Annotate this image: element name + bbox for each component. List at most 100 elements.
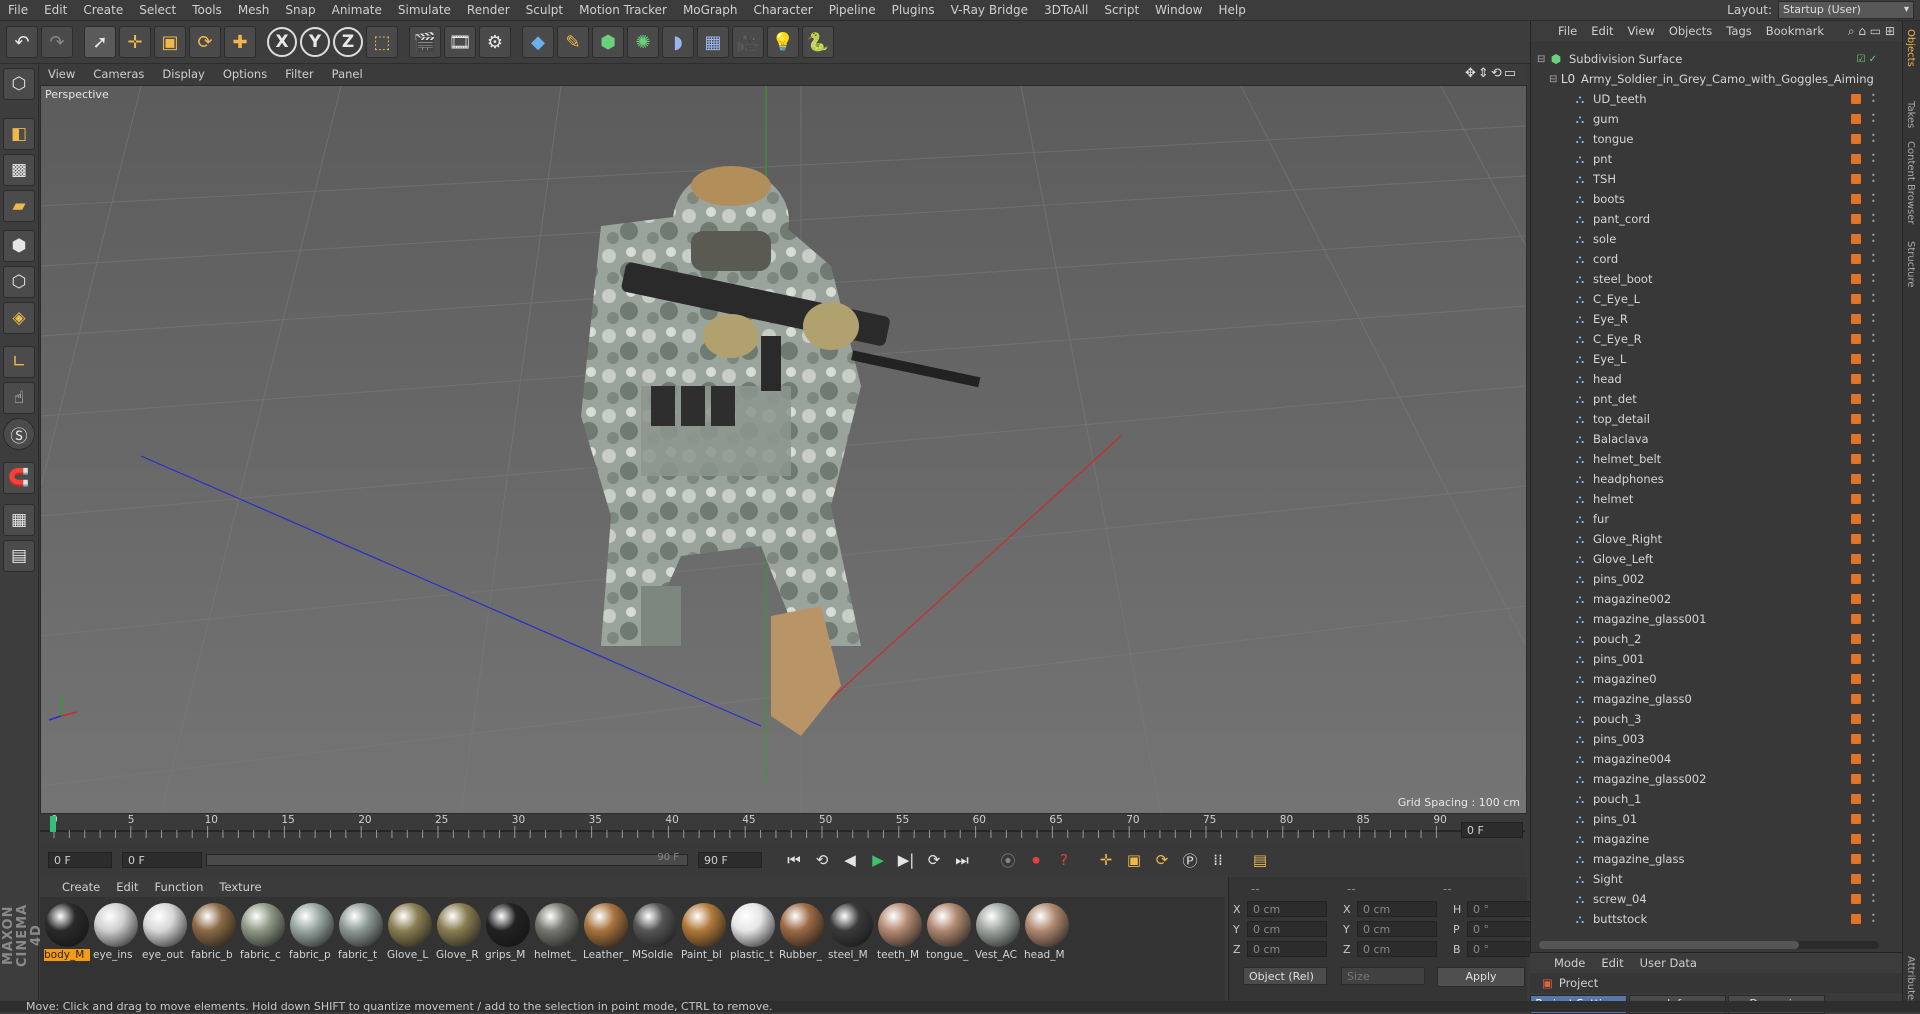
x-axis-icon[interactable]: X bbox=[267, 27, 297, 57]
coord-pos-z[interactable]: 0 cm bbox=[1247, 941, 1327, 957]
subdivision-icon[interactable]: ⬢ bbox=[592, 26, 624, 58]
python-icon[interactable]: 🐍 bbox=[802, 26, 834, 58]
object-row[interactable]: ⛬ magazine002 • • bbox=[1531, 589, 1903, 609]
layer-color-tag[interactable] bbox=[1851, 874, 1861, 884]
layer-color-tag[interactable] bbox=[1851, 214, 1861, 224]
workplane-icon[interactable]: ▰ bbox=[3, 190, 35, 222]
layer-color-tag[interactable] bbox=[1851, 514, 1861, 524]
object-row[interactable]: ⛬ pant_cord • • bbox=[1531, 209, 1903, 229]
key-rotation-icon[interactable]: ⟳ bbox=[1150, 848, 1174, 872]
layer-color-tag[interactable] bbox=[1851, 834, 1861, 844]
menu-mesh[interactable]: Mesh bbox=[230, 3, 278, 17]
go-to-end-icon[interactable]: ⏭ bbox=[950, 848, 974, 872]
visibility-dots-icon[interactable]: • • bbox=[1871, 432, 1876, 446]
object-row[interactable]: ⛬ sole • • bbox=[1531, 229, 1903, 249]
lock-workplane-icon[interactable]: ▦ bbox=[3, 504, 35, 536]
material-menu-function[interactable]: Function bbox=[147, 880, 212, 894]
object-row[interactable]: ⛬ buttstock • • bbox=[1531, 909, 1903, 924]
layer-color-tag[interactable] bbox=[1851, 254, 1861, 264]
object-menu-edit[interactable]: Edit bbox=[1584, 24, 1620, 38]
menu-snap[interactable]: Snap bbox=[277, 3, 323, 17]
object-row[interactable]: ⛬ TSH • • bbox=[1531, 169, 1903, 189]
visibility-dots-icon[interactable]: • • bbox=[1871, 692, 1876, 706]
object-row[interactable]: ⛬ Eye_L • • bbox=[1531, 349, 1903, 369]
visibility-dots-icon[interactable]: • • bbox=[1871, 832, 1876, 846]
previous-frame-icon[interactable]: ◀ bbox=[838, 848, 862, 872]
visibility-dots-icon[interactable]: • • bbox=[1871, 912, 1876, 925]
object-row[interactable]: ⛬ pouch_2 • • bbox=[1531, 629, 1903, 649]
object-row[interactable]: ⛬ Sight • • bbox=[1531, 869, 1903, 889]
edges-mode-icon[interactable]: ⬡ bbox=[3, 266, 35, 298]
visibility-dots-icon[interactable]: • • bbox=[1871, 232, 1876, 246]
object-row[interactable]: ⛬ screw_04 • • bbox=[1531, 889, 1903, 909]
object-row[interactable]: ⛬ pins_002 • • bbox=[1531, 569, 1903, 589]
material-menu-texture[interactable]: Texture bbox=[211, 880, 269, 894]
material-swatch[interactable]: teeth_M bbox=[877, 903, 923, 965]
visibility-dots-icon[interactable]: • • bbox=[1871, 172, 1876, 186]
layer-color-tag[interactable] bbox=[1851, 154, 1861, 164]
object-row-child[interactable]: ⊟ L0 Army_Soldier_in_Grey_Camo_with_Gogg… bbox=[1531, 69, 1903, 89]
object-row[interactable]: ⛬ helmet • • bbox=[1531, 489, 1903, 509]
end-frame-field[interactable]: 90 F bbox=[698, 852, 762, 868]
object-menu-tags[interactable]: Tags bbox=[1719, 24, 1758, 38]
layer-color-tag[interactable] bbox=[1851, 854, 1861, 864]
magnet-icon[interactable]: 🧲 bbox=[3, 462, 35, 494]
layer-color-tag[interactable] bbox=[1851, 694, 1861, 704]
array-icon[interactable]: ✺ bbox=[627, 26, 659, 58]
coord-mode-select[interactable]: Object (Rel) bbox=[1243, 967, 1327, 985]
coord-pos-x[interactable]: 0 cm bbox=[1247, 901, 1327, 917]
material-menu-edit[interactable]: Edit bbox=[108, 880, 146, 894]
object-row[interactable]: ⛬ gum • • bbox=[1531, 109, 1903, 129]
range-start-field[interactable]: 0 F bbox=[122, 852, 202, 868]
points-mode-icon[interactable]: ⬢ bbox=[3, 230, 35, 262]
object-search-icon[interactable]: ⌕ ⌂ ▭ ⊞ bbox=[1848, 24, 1895, 39]
material-swatch[interactable]: fabric_b bbox=[191, 903, 237, 965]
previous-key-icon[interactable]: ⟲ bbox=[810, 848, 834, 872]
material-menu-create[interactable]: Create bbox=[54, 880, 108, 894]
visibility-dots-icon[interactable]: • • bbox=[1871, 892, 1876, 906]
menu-help[interactable]: Help bbox=[1210, 3, 1253, 17]
layer-color-tag[interactable] bbox=[1851, 534, 1861, 544]
visibility-dots-icon[interactable]: • • bbox=[1871, 332, 1876, 346]
axis-mode-icon[interactable]: ∟ bbox=[3, 346, 35, 378]
layer-color-tag[interactable] bbox=[1851, 274, 1861, 284]
coord-pos-y[interactable]: 0 cm bbox=[1247, 921, 1327, 937]
timeline-frame-display[interactable]: 0 F bbox=[1461, 822, 1523, 838]
viewport-menu-filter[interactable]: Filter bbox=[276, 67, 322, 81]
keyframe-selection-icon[interactable]: ? bbox=[1052, 848, 1076, 872]
object-row[interactable]: ⛬ steel_boot • • bbox=[1531, 269, 1903, 289]
camera-icon[interactable]: 🎥 bbox=[732, 26, 764, 58]
pen-icon[interactable]: ✎ bbox=[557, 26, 589, 58]
layer-color-tag[interactable] bbox=[1851, 394, 1861, 404]
coord-size-y[interactable]: 0 cm bbox=[1357, 921, 1437, 937]
coord-size-select[interactable]: Size bbox=[1341, 967, 1425, 985]
object-row[interactable]: ⛬ Balaclava • • bbox=[1531, 429, 1903, 449]
recent-tool-icon[interactable]: ✚ bbox=[224, 26, 256, 58]
rotate-icon[interactable]: ⟳ bbox=[189, 26, 221, 58]
menu-pipeline[interactable]: Pipeline bbox=[821, 3, 884, 17]
vtab-objects[interactable]: Objects bbox=[1905, 29, 1916, 67]
object-row[interactable]: ⛬ helmet_belt • • bbox=[1531, 449, 1903, 469]
planar-workplane-icon[interactable]: ▤ bbox=[3, 540, 35, 572]
object-row[interactable]: ⛬ pnt • • bbox=[1531, 149, 1903, 169]
material-swatch[interactable]: eye_out bbox=[142, 903, 188, 965]
material-swatch[interactable]: fabric_p bbox=[289, 903, 335, 965]
layer-color-tag[interactable] bbox=[1851, 374, 1861, 384]
material-swatch[interactable]: MSoldie bbox=[632, 903, 678, 965]
render-picture-viewer-icon[interactable]: 🎞 bbox=[444, 26, 476, 58]
material-swatch[interactable]: Paint_bl bbox=[681, 903, 727, 965]
viewport-menu-view[interactable]: View bbox=[39, 67, 84, 81]
collapse-icon[interactable]: ⊟ bbox=[1537, 54, 1549, 65]
layer-color-tag[interactable] bbox=[1851, 914, 1861, 924]
visibility-dots-icon[interactable]: • • bbox=[1871, 312, 1876, 326]
material-swatch[interactable]: body_M bbox=[44, 903, 90, 965]
y-axis-icon[interactable]: Y bbox=[300, 27, 330, 57]
start-frame-field[interactable]: 0 F bbox=[48, 852, 112, 868]
layer-color-tag[interactable] bbox=[1851, 674, 1861, 684]
record-icon[interactable]: ⦿ bbox=[996, 848, 1020, 872]
material-swatch[interactable]: Vest_AC bbox=[975, 903, 1021, 965]
object-menu-file[interactable]: File bbox=[1551, 24, 1584, 38]
attr-menu-mode[interactable]: Mode bbox=[1546, 956, 1593, 970]
layout-select[interactable]: Startup (User) bbox=[1778, 1, 1914, 19]
object-row[interactable]: ⛬ headphones • • bbox=[1531, 469, 1903, 489]
